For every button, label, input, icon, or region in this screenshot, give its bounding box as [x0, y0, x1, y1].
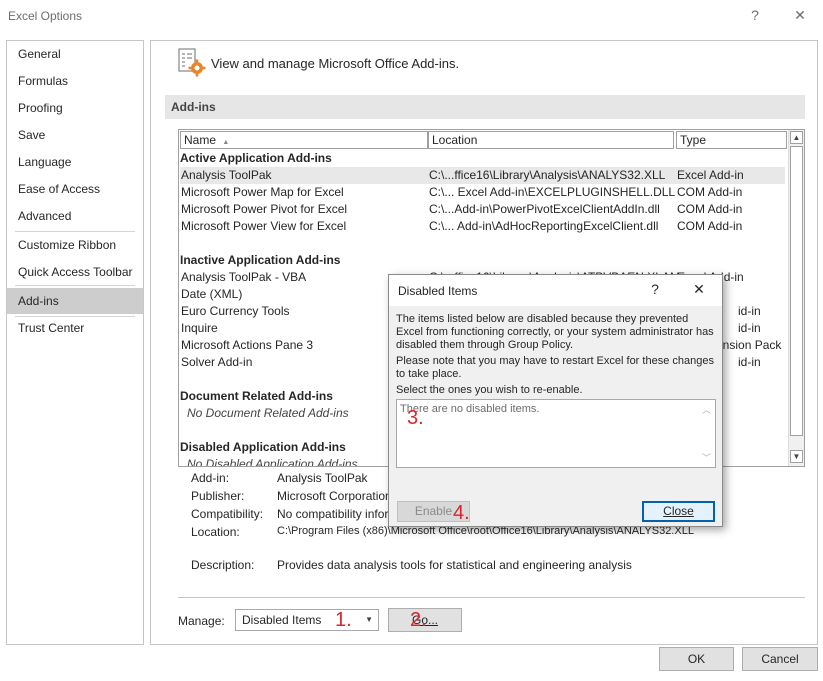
column-name-label: Name	[184, 133, 217, 147]
cell-name: Date (XML)	[181, 287, 243, 301]
cell-type: ansion Pack	[716, 338, 782, 352]
table-row[interactable]: Analysis ToolPak C:\...ffice16\Library\A…	[180, 167, 785, 184]
dialog-titlebar: Disabled Items ? ✕	[389, 275, 722, 306]
cell-name: Analysis ToolPak - VBA	[181, 270, 307, 284]
scroll-thumb[interactable]	[790, 146, 803, 436]
sidebar-item-customize-ribbon[interactable]: Customize Ribbon	[7, 233, 143, 257]
sidebar-item-quick-access-toolbar[interactable]: Quick Access Toolbar	[7, 260, 143, 284]
cell-type: COM Add-in	[677, 202, 743, 216]
group-title-document: Document Related Add-ins	[180, 389, 333, 403]
column-header-type[interactable]: Type	[676, 131, 787, 149]
cell-type: Excel Add-in	[677, 168, 744, 182]
sidebar-item-general[interactable]: General	[7, 42, 143, 66]
annotation-1: 1.	[335, 609, 352, 631]
sidebar-item-add-ins[interactable]: Add-ins	[7, 288, 143, 314]
cell-name: Analysis ToolPak	[181, 168, 272, 182]
dialog-explanation: The items listed below are disabled beca…	[396, 313, 714, 351]
sidebar-nav: General Formulas Proofing Save Language …	[6, 40, 144, 645]
sidebar-item-language[interactable]: Language	[7, 150, 143, 174]
sidebar-item-formulas[interactable]: Formulas	[7, 69, 143, 93]
scroll-up-icon[interactable]: ▲	[790, 131, 803, 144]
sidebar-item-proofing[interactable]: Proofing	[7, 96, 143, 120]
scroll-down-icon[interactable]: ﹀	[702, 451, 711, 464]
group-title-inactive: Inactive Application Add-ins	[180, 253, 341, 267]
close-button-label: Close	[663, 504, 694, 518]
annotation-4: 4.	[453, 502, 470, 524]
sort-ascending-icon: ▲	[222, 139, 230, 146]
detail-publisher-value: Microsoft Corporation	[277, 489, 392, 503]
sidebar-item-trust-center[interactable]: Trust Center	[7, 316, 143, 340]
detail-description-value: Provides data analysis tools for statist…	[277, 558, 632, 572]
cell-location: C:\... Excel Add-in\EXCELPLUGINSHELL.DLL	[429, 185, 676, 199]
annotation-3: 3.	[407, 407, 424, 429]
column-header-location[interactable]: Location	[428, 131, 674, 149]
dialog-close-icon[interactable]: ✕	[689, 281, 709, 298]
close-window-button[interactable]: ✕	[790, 7, 810, 24]
disabled-items-dialog: Disabled Items ? ✕ The items listed belo…	[388, 274, 723, 527]
sidebar-divider	[15, 231, 135, 232]
cell-type: COM Add-in	[677, 185, 743, 199]
cell-name: Microsoft Power View for Excel	[181, 219, 347, 233]
disabled-items-list[interactable]: There are no disabled items. 3. ︿ ﹀	[396, 399, 716, 468]
dialog-select-prompt: Select the ones you wish to re-enable.	[396, 384, 583, 396]
dialog-help-button[interactable]: ?	[645, 281, 665, 297]
section-header-add-ins: Add-ins	[165, 95, 805, 119]
scroll-up-icon[interactable]: ︿	[702, 403, 711, 416]
detail-location-label: Location:	[191, 525, 240, 539]
cell-location: C:\... Add-in\AdHocReportingExcelClient.…	[429, 219, 659, 233]
ok-button[interactable]: OK	[659, 647, 734, 671]
cell-name: Euro Currency Tools	[181, 304, 290, 318]
cell-location: C:\...ffice16\Library\Analysis\ANALYS32.…	[429, 168, 666, 182]
column-header-name[interactable]: Name ▲	[180, 131, 428, 149]
detail-description-label: Description:	[191, 558, 255, 572]
page-heading: View and manage Microsoft Office Add-ins…	[211, 56, 460, 71]
window-title: Excel Options	[8, 9, 83, 23]
empty-document-addins: No Document Related Add-ins	[187, 406, 349, 420]
cell-type: COM Add-in	[677, 219, 743, 233]
cell-name: Solver Add-in	[181, 355, 253, 369]
divider	[178, 597, 805, 598]
chevron-down-icon: ▼	[365, 615, 373, 624]
detail-addin-value: Analysis ToolPak	[277, 471, 368, 485]
detail-publisher-label: Publisher:	[191, 489, 245, 503]
annotation-2: 2.	[410, 609, 427, 631]
group-title-active: Active Application Add-ins	[180, 151, 332, 165]
sidebar-item-ease-of-access[interactable]: Ease of Access	[7, 177, 143, 201]
dialog-title: Disabled Items	[398, 284, 478, 298]
empty-disabled-addins: No Disabled Application Add-ins	[187, 457, 358, 467]
dialog-list-scrollbar[interactable]: ︿ ﹀	[700, 401, 714, 466]
sidebar-item-save[interactable]: Save	[7, 123, 143, 147]
list-scrollbar[interactable]: ▲ ▼	[788, 130, 804, 466]
scroll-down-icon[interactable]: ▼	[790, 450, 803, 463]
cell-name: Microsoft Power Pivot for Excel	[181, 202, 348, 216]
cell-location: C:\...Add-in\PowerPivotExcelClientAddIn.…	[429, 202, 660, 216]
cancel-button[interactable]: Cancel	[742, 647, 818, 671]
detail-compat-label: Compatibility:	[191, 507, 264, 521]
cell-type: id-in	[738, 304, 761, 318]
sidebar-divider	[15, 285, 135, 286]
sidebar-item-advanced[interactable]: Advanced	[7, 204, 143, 228]
manage-selected-value: Disabled Items	[242, 613, 322, 627]
cell-name: Inquire	[181, 321, 218, 335]
close-button[interactable]: Close	[642, 501, 715, 522]
manage-label: Manage:	[178, 614, 225, 628]
detail-addin-label: Add-in:	[191, 471, 230, 485]
cell-name: Microsoft Power Map for Excel	[181, 185, 344, 199]
cell-name: Microsoft Actions Pane 3	[181, 338, 314, 352]
manage-dropdown[interactable]: Disabled Items ▼	[235, 609, 379, 631]
group-title-disabled: Disabled Application Add-ins	[180, 440, 346, 454]
cell-type: id-in	[738, 321, 761, 335]
addins-gear-icon	[176, 47, 208, 79]
help-button[interactable]: ?	[745, 7, 765, 23]
cell-type: id-in	[738, 355, 761, 369]
dialog-restart-note: Please note that you may have to restart…	[396, 355, 714, 380]
